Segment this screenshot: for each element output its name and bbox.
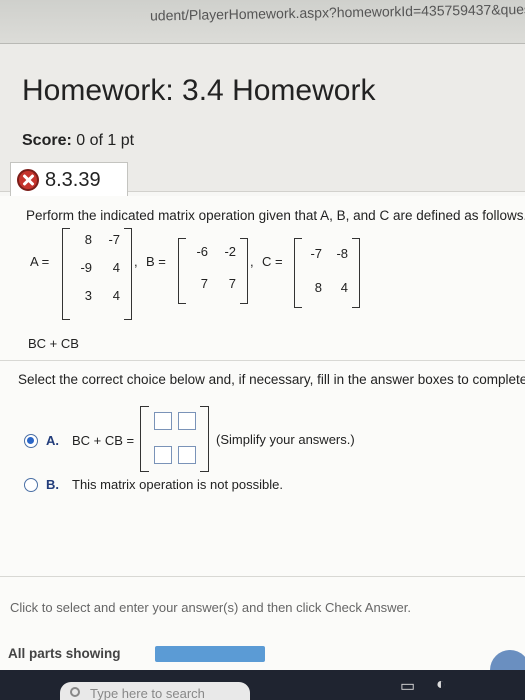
matrix-a-cell: -9 [80, 260, 92, 275]
answer-box-r2c2[interactable] [178, 446, 196, 464]
matrix-a-cell: 4 [112, 260, 120, 275]
option-a-radio[interactable] [24, 434, 38, 448]
matrix-a-left-bracket [62, 228, 70, 320]
footer-divider [0, 576, 525, 577]
parts-label: All parts showing [8, 646, 121, 661]
answer-matrix-left-bracket [140, 406, 149, 472]
x-icon [17, 169, 39, 191]
search-icon [70, 687, 80, 697]
answer-box-r1c2[interactable] [178, 412, 196, 430]
instruction-text: Perform the indicated matrix operation g… [26, 208, 525, 223]
matrix-c-right-bracket [352, 238, 360, 308]
answer-box-r1c1[interactable] [154, 412, 172, 430]
matrix-b-left-bracket [178, 238, 186, 304]
answer-matrix-right-bracket [200, 406, 209, 472]
title-area: Homework: 3.4 Homework Score: 0 of 1 pt … [0, 44, 525, 196]
divider [0, 360, 525, 361]
score-label: Score: [22, 132, 72, 149]
option-b-letter: B. [46, 477, 59, 492]
task-view-icon[interactable]: ▭ [400, 676, 415, 696]
matrix-b-cell: -6 [196, 244, 208, 259]
taskbar: Type here to search ▭ ◐ [0, 670, 525, 700]
matrix-b-right-bracket [240, 238, 248, 304]
matrix-a-label: A = [30, 254, 50, 269]
matrix-c-label: C = [262, 254, 283, 269]
question-tab[interactable]: 8.3.39 [10, 162, 128, 196]
matrix-c-cell: 4 [340, 280, 348, 295]
expression: BC + CB [28, 336, 79, 351]
matrix-a-cell: 3 [84, 288, 92, 303]
question-content: Perform the indicated matrix operation g… [0, 196, 525, 670]
option-a-text: BC + CB = [72, 433, 135, 448]
search-placeholder: Type here to search [90, 686, 205, 700]
browser-address-bar[interactable]: udent/PlayerHomework.aspx?homeworkId=435… [0, 0, 525, 44]
option-a-letter: A. [46, 433, 59, 448]
matrix-a-cell: 8 [84, 232, 92, 247]
taskbar-search[interactable]: Type here to search [60, 682, 250, 700]
matrix-a-cell: -7 [108, 232, 120, 247]
score: Score: 0 of 1 pt [22, 132, 134, 150]
option-a-suffix: (Simplify your answers.) [216, 432, 355, 447]
matrix-a-cell: 4 [112, 288, 120, 303]
score-value: 0 of 1 pt [76, 132, 135, 149]
parts-progress-bar [155, 646, 265, 662]
option-b-text: This matrix operation is not possible. [72, 477, 283, 492]
matrix-b-cell: 7 [228, 276, 236, 291]
answer-box-r2c1[interactable] [154, 446, 172, 464]
matrix-a-right-bracket [124, 228, 132, 320]
question-number: 8.3.39 [45, 169, 101, 191]
progress-fill [155, 646, 265, 662]
edge-icon[interactable]: ◐ [436, 676, 446, 694]
matrix-c-cell: -7 [310, 246, 322, 261]
matrix-b-label: B = [146, 254, 166, 269]
matrix-c-cell: -8 [336, 246, 348, 261]
matrix-c-cell: 8 [314, 280, 322, 295]
hint-text: Click to select and enter your answer(s)… [10, 600, 412, 615]
matrix-b-cell: -2 [224, 244, 236, 259]
option-b-radio[interactable] [24, 478, 38, 492]
select-prompt: Select the correct choice below and, if … [18, 372, 525, 387]
homework-page: Homework: 3.4 Homework Score: 0 of 1 pt … [0, 44, 525, 670]
page-title: Homework: 3.4 Homework [22, 74, 376, 107]
matrix-b-cell: 7 [200, 276, 208, 291]
url-text: udent/PlayerHomework.aspx?homeworkId=435… [149, 0, 525, 24]
